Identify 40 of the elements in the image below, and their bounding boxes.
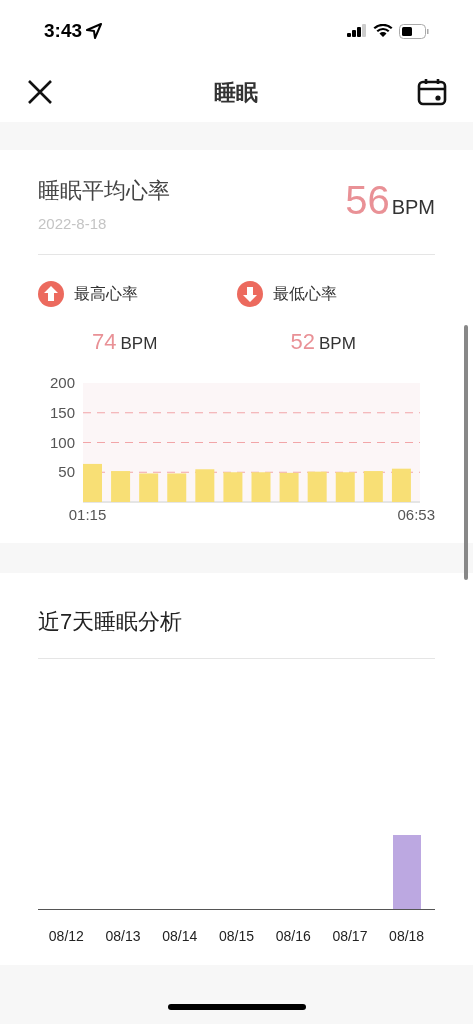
stat-label: 最高心率 (74, 283, 138, 304)
close-icon (27, 79, 53, 105)
bar (83, 463, 102, 502)
bar (111, 470, 131, 502)
status-time: 3:43 (44, 18, 83, 43)
unit-text: BPM (120, 332, 158, 355)
bar (223, 471, 243, 502)
average-heart-rate: 56 (345, 180, 390, 220)
calendar-icon (417, 78, 447, 106)
stat-value: 52 (290, 327, 315, 356)
axis-label: 50 (58, 462, 75, 480)
axis-label: 06:53 (397, 505, 435, 523)
location-arrow-icon (86, 23, 103, 39)
stat-label: 最低心率 (272, 283, 337, 304)
unit-text: BPM (391, 195, 435, 220)
axis-label: 01:15 (68, 505, 107, 523)
page-title: 睡眠 (213, 78, 258, 107)
stat-value: 74 (92, 327, 117, 356)
date-text: 2022-8-18 (38, 214, 108, 234)
bar (195, 468, 215, 502)
date-label: 08/12 (47, 927, 85, 946)
close-button[interactable] (26, 78, 54, 106)
date-label: 08/17 (331, 927, 369, 946)
date-label: 08/18 (388, 927, 426, 946)
wifi-icon (373, 24, 393, 38)
signal-icon (347, 24, 367, 38)
battery-icon (399, 23, 429, 39)
date-label: 08/16 (274, 927, 312, 946)
date-label: 08/14 (161, 927, 199, 946)
card-title: 近7天睡眠分析 (38, 609, 183, 634)
unit-text: BPM (319, 332, 356, 355)
axis-label: 200 (49, 375, 75, 391)
date-label: 08/13 (104, 927, 142, 946)
bar (139, 472, 159, 502)
calendar-button[interactable] (417, 77, 447, 107)
axis-label: 150 (49, 403, 75, 421)
date-label: 08/15 (217, 927, 255, 946)
axis-label: 100 (49, 433, 75, 450)
bar (167, 472, 187, 502)
card-title: 睡眠平均心率 (38, 177, 170, 205)
